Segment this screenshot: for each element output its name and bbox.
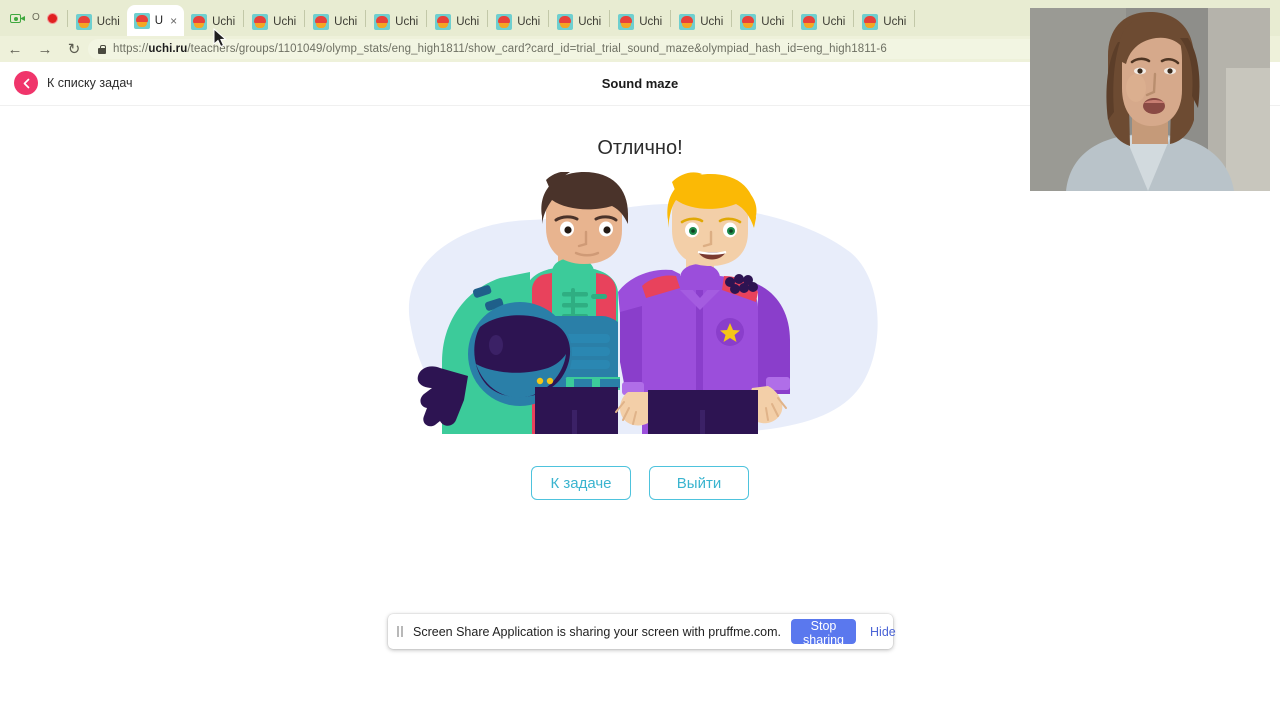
exit-button[interactable]: Выйти: [649, 466, 749, 500]
tab-divider: [853, 10, 855, 27]
pause-icon[interactable]: [397, 626, 403, 637]
browser-tab[interactable]: Uchi: [306, 8, 364, 36]
tab-favicon-icon: [313, 14, 330, 30]
tab-label: Uchi: [456, 16, 480, 28]
stop-sharing-button[interactable]: Stop sharing: [791, 619, 857, 647]
browser-tab[interactable]: Uchi: [367, 8, 425, 36]
camera-icon[interactable]: [10, 12, 25, 24]
screen-root: O Uchi U × Uchi Uchi Uchi Uchi Uchi Uchi Uchi Uchi…: [0, 0, 1280, 720]
tab-favicon-icon: [191, 14, 208, 30]
tab-favicon-icon: [374, 14, 391, 30]
tab-divider: [731, 10, 733, 27]
url-text: https://uchi.ru/teachers/groups/1101049/…: [113, 43, 887, 55]
forward-nav-icon[interactable]: →: [30, 42, 60, 57]
tab-label: Uchi: [639, 16, 663, 28]
lock-icon: [98, 44, 106, 54]
recording-controls: O: [6, 0, 66, 36]
tab-favicon-icon: [862, 14, 879, 30]
browser-tab[interactable]: Uchi: [69, 8, 127, 36]
tab-label: Uchi: [761, 16, 785, 28]
tab-divider: [670, 10, 672, 27]
circle-mark-icon[interactable]: O: [32, 13, 40, 23]
tab-label: Uchi: [883, 16, 907, 28]
tab-divider: [487, 10, 489, 27]
record-dot-icon[interactable]: [46, 12, 58, 24]
browser-tab[interactable]: Uchi: [245, 8, 303, 36]
tab-favicon-icon: [435, 14, 452, 30]
tab-favicon-icon: [75, 14, 92, 30]
tab-label: U: [154, 14, 164, 27]
tab-divider: [304, 10, 306, 27]
tab-label: Uchi: [334, 16, 358, 28]
go-to-task-button[interactable]: К задаче: [531, 466, 631, 500]
tab-favicon-icon: [252, 14, 269, 30]
share-message: Screen Share Application is sharing your…: [413, 624, 782, 639]
back-nav-icon[interactable]: ←: [0, 42, 30, 57]
tab-divider: [243, 10, 245, 27]
tab-divider: [609, 10, 611, 27]
tab-label: Uchi: [212, 16, 236, 28]
tab-divider: [66, 10, 68, 27]
two-students-celebrating-illustration: [408, 172, 878, 434]
browser-tab[interactable]: Uchi: [611, 8, 669, 36]
browser-tab[interactable]: Uchi: [855, 8, 913, 36]
browser-tab[interactable]: Uchi: [733, 8, 791, 36]
tab-favicon-icon: [740, 14, 757, 30]
illustration-container: [0, 172, 1280, 442]
tab-divider: [365, 10, 367, 27]
reload-icon[interactable]: ↻: [60, 40, 88, 58]
tab-favicon-icon: [133, 12, 150, 29]
tab-label: Uchi: [395, 16, 419, 28]
tab-divider: [792, 10, 794, 27]
tab-favicon-icon: [618, 14, 635, 30]
tab-favicon-icon: [557, 14, 574, 30]
hide-notification-button[interactable]: Hide: [866, 625, 900, 639]
screen-share-notification: Screen Share Application is sharing your…: [388, 614, 896, 649]
browser-tab[interactable]: Uchi: [672, 8, 730, 36]
browser-tab[interactable]: Uchi: [794, 8, 852, 36]
tab-divider: [426, 10, 428, 27]
tab-divider: [914, 10, 916, 27]
action-buttons: К задаче Выйти: [0, 466, 1280, 500]
tab-label: Uchi: [822, 16, 846, 28]
tab-label: Uchi: [96, 16, 120, 28]
tab-favicon-icon: [679, 14, 696, 30]
browser-tab-active[interactable]: U ×: [126, 5, 185, 36]
tab-divider: [548, 10, 550, 27]
tab-label: Uchi: [273, 16, 297, 28]
tab-label: Uchi: [700, 16, 724, 28]
webcam-self-view[interactable]: [1030, 8, 1270, 191]
tab-close-icon[interactable]: ×: [170, 15, 177, 27]
browser-tab[interactable]: Uchi: [428, 8, 486, 36]
mouse-cursor: [213, 28, 227, 48]
browser-tab[interactable]: Uchi: [550, 8, 608, 36]
browser-tab[interactable]: Uchi: [489, 8, 547, 36]
tab-favicon-icon: [496, 14, 513, 30]
tab-label: Uchi: [578, 16, 602, 28]
tab-label: Uchi: [517, 16, 541, 28]
tab-favicon-icon: [801, 14, 818, 30]
